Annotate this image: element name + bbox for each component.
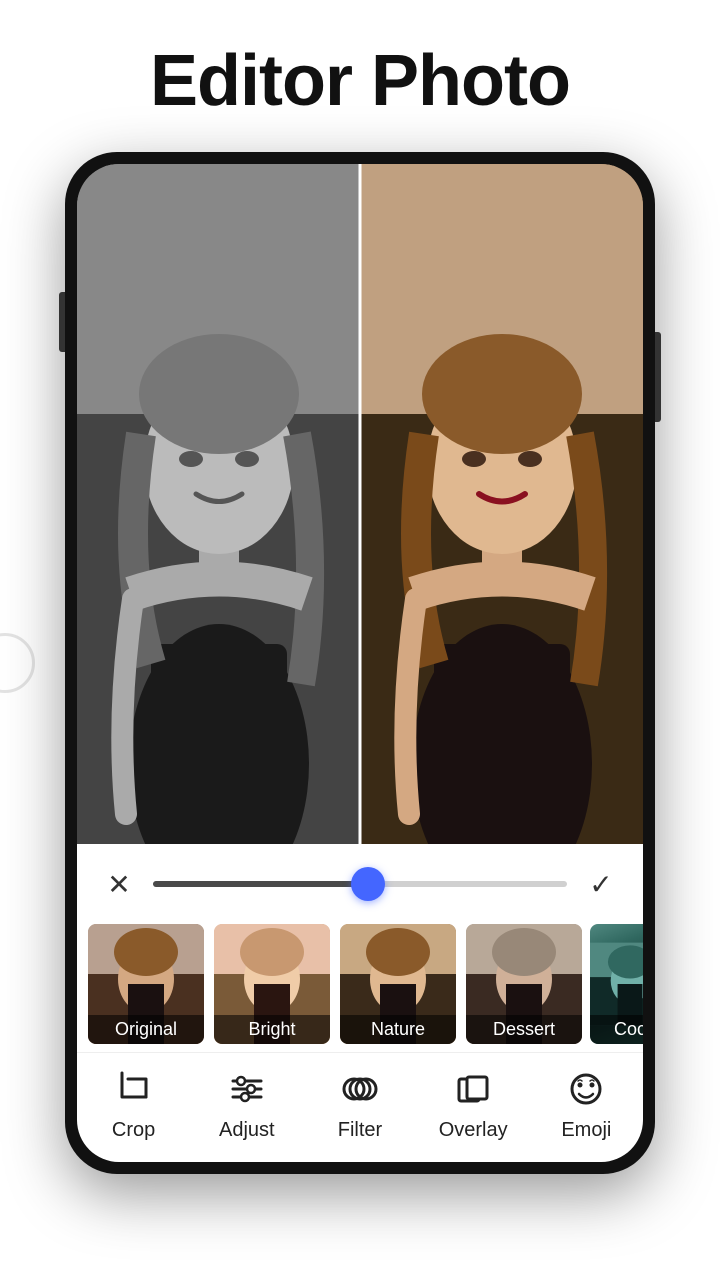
crop-icon	[110, 1065, 158, 1113]
filter-item-dessert[interactable]: Dessert	[464, 924, 584, 1044]
phone-inner: ✕ ✓	[77, 164, 643, 1162]
tool-crop-label: Crop	[112, 1119, 155, 1142]
filters-row: Original Bright	[77, 924, 643, 1052]
filter-label-original: Original	[88, 1015, 204, 1044]
tool-overlay-label: Overlay	[439, 1119, 508, 1142]
photo-bw	[77, 164, 360, 844]
comparison-divider	[359, 164, 362, 844]
slider-thumb[interactable]	[351, 867, 385, 901]
tool-adjust[interactable]: Adjust	[197, 1065, 297, 1142]
filter-item-nature[interactable]: Nature	[338, 924, 458, 1044]
emoji-icon	[562, 1065, 610, 1113]
filter-label-bright: Bright	[214, 1015, 330, 1044]
overlay-icon	[449, 1065, 497, 1113]
filter-label-coc: Coc	[590, 1015, 643, 1044]
slider-fill	[153, 881, 368, 887]
filter-thumb-nature: Nature	[340, 924, 456, 1044]
phone-frame: ✕ ✓	[65, 152, 655, 1174]
close-button[interactable]: ✕	[97, 862, 141, 906]
tool-filter-label: Filter	[338, 1119, 382, 1142]
phone-wrapper: ✕ ✓	[0, 152, 720, 1174]
tool-filter[interactable]: Filter	[310, 1065, 410, 1142]
page-title: Editor Photo	[0, 0, 720, 152]
side-decoration	[0, 633, 35, 693]
filter-thumb-bright: Bright	[214, 924, 330, 1044]
filter-item-coc[interactable]: Coc	[590, 924, 643, 1044]
filter-thumb-coc: Coc	[590, 924, 643, 1044]
tool-adjust-label: Adjust	[219, 1119, 275, 1142]
adjust-icon	[223, 1065, 271, 1113]
filter-thumb-dessert: Dessert	[466, 924, 582, 1044]
confirm-button[interactable]: ✓	[579, 862, 623, 906]
filter-label-dessert: Dessert	[466, 1015, 582, 1044]
tool-overlay[interactable]: Overlay	[423, 1065, 523, 1142]
slider-area: ✕ ✓	[77, 844, 643, 924]
filter-icon	[336, 1065, 384, 1113]
filter-item-original[interactable]: Original	[86, 924, 206, 1044]
toolbar: Crop Adjust	[77, 1052, 643, 1162]
filter-item-bright[interactable]: Bright	[212, 924, 332, 1044]
tool-crop[interactable]: Crop	[84, 1065, 184, 1142]
tool-emoji-label: Emoji	[561, 1119, 611, 1142]
photo-color	[360, 164, 643, 844]
tool-emoji[interactable]: Emoji	[536, 1065, 636, 1142]
filter-thumb-original: Original	[88, 924, 204, 1044]
filter-label-nature: Nature	[340, 1015, 456, 1044]
slider-track[interactable]	[153, 881, 567, 887]
photo-comparison[interactable]	[77, 164, 643, 844]
